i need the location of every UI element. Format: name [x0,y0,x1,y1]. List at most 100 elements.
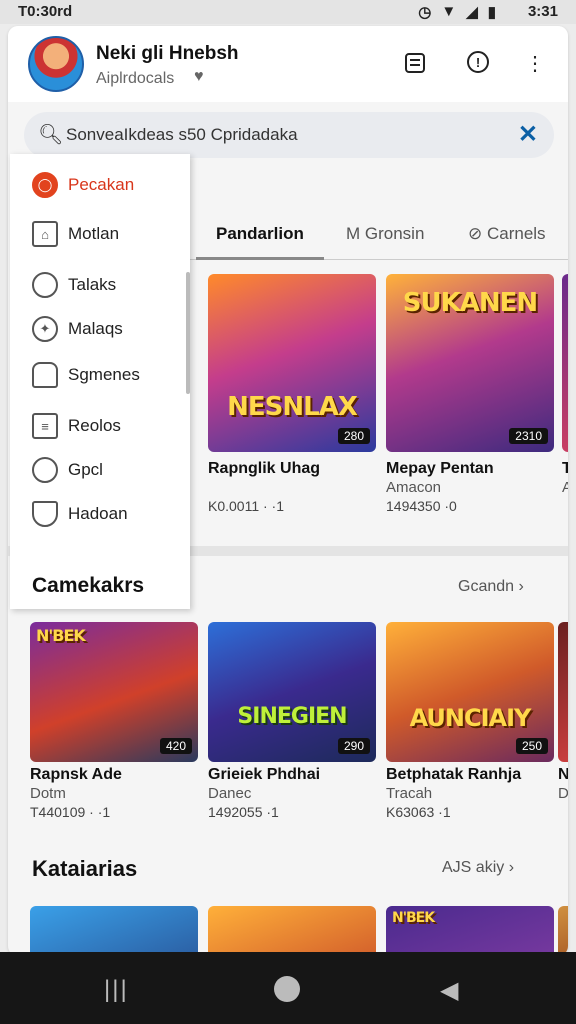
search-icon: ◯ [32,172,58,198]
game-thumbnail[interactable] [30,906,198,956]
game-logo-text: SUKANEN [402,288,538,318]
drawer-item-label: Hadoan [68,504,128,523]
help-icon[interactable]: ! [463,48,493,78]
recents-icon[interactable]: ||| [104,976,129,1004]
profile-header: Neki gli Hnebsh Aiplrdocals ♥ ! ⋮ [8,26,568,102]
game-developer: De [558,785,568,802]
heart-icon[interactable]: ♥ [194,68,204,86]
status-time: T0:30rd [18,3,73,20]
back-icon[interactable]: ◀ [440,976,458,1005]
search-input[interactable]: SonveaIkdeas s50 Cpridadaka [66,125,298,145]
tab-carnels[interactable]: ⊘ Carnels [468,224,546,244]
game-developer: An [562,479,568,496]
status-time-right: 3:31 [527,3,558,20]
game-thumbnail[interactable]: SUKANEN 2310 [386,274,554,452]
game-rating: 1494350 ·0 [386,498,457,514]
section-more-label: AJS akiy [442,859,505,876]
game-badge: 2310 [509,428,548,444]
drawer-item-reolos[interactable]: ≡ Reolos [10,408,190,444]
game-title: Na [558,766,568,783]
drawer-item-label: Sgmenes [68,365,140,384]
game-developer: Tracah [386,785,433,802]
person-icon [32,457,58,483]
game-thumbnail[interactable] [558,906,568,956]
game-thumbnail[interactable]: N'BEK 420 [30,622,198,762]
wifi-icon: ▼ [441,3,457,20]
game-title: Ti [562,460,568,477]
game-badge: 280 [337,428,370,444]
game-logo-text: N'BEK [36,626,86,645]
game-badge: 250 [515,738,548,754]
drawer-item-motlan[interactable]: ⌂ Motlan [10,216,190,252]
game-rating: 1492055 ·1 [208,804,279,820]
drawer-item-label: Reolos [68,416,121,435]
game-thumbnail[interactable] [562,274,568,452]
game-title: Betphatak Ranhja [386,766,522,783]
drawer-item-gpcl[interactable]: Gpcl [10,452,190,488]
search-bar[interactable]: 🔍︎ SonveaIkdeas s50 Cpridadaka ✕ [24,112,554,158]
drawer-item-label: Pecakan [68,175,135,194]
system-nav-bar: ||| ◀ [0,952,576,1024]
more-options-icon[interactable]: ⋮ [520,48,550,78]
game-badge: 420 [159,738,192,754]
gamepad-icon [32,362,58,388]
game-thumbnail[interactable] [558,622,568,762]
game-logo-text: NESNLAX [227,392,358,422]
tab-indicator [196,257,324,260]
alarm-icon: ◷ [418,4,432,21]
game-title: Mepay Pentan [386,460,494,477]
drawer-scrollbar[interactable] [186,272,190,394]
drawer-item-hadoan[interactable]: Hadoan [10,496,190,532]
game-title: Grieiek Phdhai [208,766,321,783]
drawer-item-malaqs[interactable]: ✦ Malaqs [10,311,190,347]
game-badge: 290 [337,738,370,754]
section-title: Kataiarias [32,856,138,881]
tab-pandarlion[interactable]: Pandarlion [216,224,304,244]
section-more-label: Gcandn [458,578,515,595]
drawer-item-pecakan[interactable]: ◯ Pecakan [10,167,190,203]
document-icon: ≡ [32,413,58,439]
tab-gronsin[interactable]: M Gronsin [346,224,424,244]
game-developer: Danec [208,785,252,802]
profile-name: Neki gli Hnebsh [96,43,239,64]
game-thumbnail[interactable]: N'BEK [386,906,554,956]
section-more-link[interactable]: AJS akiy › [442,859,514,877]
svg-text:!: ! [476,55,480,70]
drawer-item-label: Motlan [68,224,120,243]
game-thumbnail[interactable]: AUNCIAIY 250 [386,622,554,762]
tab-bar: Pandarlion M Gronsin ⊘ Carnels [188,212,568,260]
signal-icon: ◢ [466,4,478,21]
navigation-drawer: ◯ Pecakan ⌂ Motlan Talaks ✦ Malaqs Sgmen… [10,154,190,609]
game-title: Rapnsk Ade [30,766,122,783]
game-rating: K63063 ·1 [386,804,451,820]
chevron-right-icon: › [508,859,515,876]
drawer-item-label: Gpcl [68,460,103,479]
drawer-section-heading: Camekakrs [32,574,145,597]
game-logo-text: N'BEK [392,910,435,926]
game-thumbnail[interactable] [208,906,376,956]
game-rating: T440109 · ·1 [30,804,111,820]
drawer-item-talaks[interactable]: Talaks [10,267,190,303]
avatar[interactable] [28,36,84,92]
drawer-item-sgmenes[interactable]: Sgmenes [10,357,190,393]
game-logo-text: AUNCIAIY [409,704,532,732]
game-thumbnail[interactable]: SINEGIEN 290 [208,622,376,762]
profile-subtitle: Aiplrdocals [96,70,175,87]
status-bar: T0:30rd ◷ ▼ ◢ ▮ 3:31 [0,0,576,24]
battery-icon: ▮ [487,4,496,21]
library-icon[interactable] [400,48,430,78]
home-button-icon[interactable] [272,974,302,1011]
game-rating: K0.0011 · ·1 [208,498,285,514]
game-logo-text: SINEGIEN [237,704,347,729]
status-icons: ◷ ▼ ◢ ▮ [418,3,496,21]
globe-icon: ✦ [32,316,58,342]
game-developer: Amacon [386,479,442,496]
game-title: Rapnglik Uhag [208,460,321,477]
game-thumbnail[interactable]: NESNLAX 280 [208,274,376,452]
chevron-right-icon: › [518,578,524,595]
link-icon: ⊘ [468,224,487,243]
drawer-item-label: Malaqs [68,319,123,338]
section-more-link[interactable]: Gcandn › [458,578,524,596]
close-icon[interactable]: ✕ [518,120,538,149]
drawer-item-label: Talaks [68,275,117,294]
